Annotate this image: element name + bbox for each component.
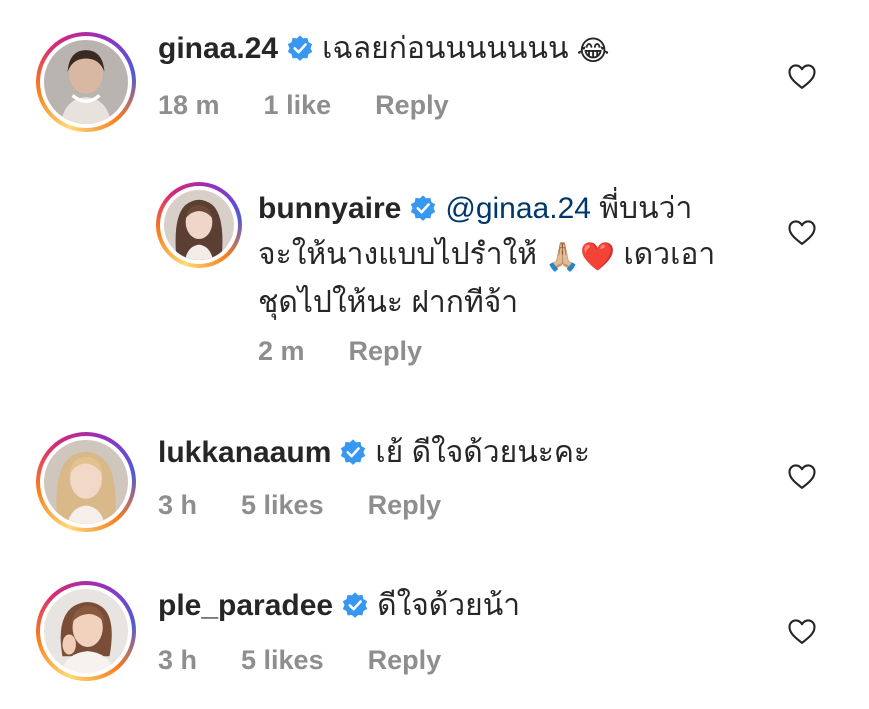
comment-meta: 18 m 1 like Reply <box>158 90 493 121</box>
comment-body-line2b: เดวเอา <box>623 238 716 271</box>
reply-button[interactable]: Reply <box>375 90 449 121</box>
avatar-photo <box>44 440 128 524</box>
comment-text: ginaa.24 เฉลยก่อนนนนนนน 😂 <box>158 26 610 74</box>
praying-hands-emoji: 🙏🏼 <box>545 241 581 272</box>
avatar-photo <box>44 40 128 124</box>
comment-time: 3 h <box>158 490 198 520</box>
comment-body: ดีใจด้วยน้า <box>377 589 521 622</box>
heart-outline-icon[interactable] <box>787 462 817 490</box>
avatar[interactable] <box>36 32 136 132</box>
comment-item: ple_paradee ดีใจด้วยน้า 3 h 5 likes Reply <box>0 565 869 709</box>
comment-body: เย้ ดีใจด้วยนะคะ <box>375 436 591 469</box>
username[interactable]: ginaa.24 <box>158 32 278 65</box>
heart-outline-icon[interactable] <box>787 218 817 246</box>
avatar[interactable] <box>36 432 136 532</box>
avatar[interactable] <box>36 581 136 681</box>
mention-link[interactable]: @ginaa.24 <box>445 192 591 225</box>
comment-time: 2 m <box>258 336 305 366</box>
heart-outline-icon[interactable] <box>787 62 817 90</box>
reply-comment-item: bunnyaire @ginaa.24 พี่บนว่า จะให้นางแบบไ… <box>0 170 869 390</box>
comment-item: lukkanaaum เย้ ดีใจด้วยนะคะ 3 h 5 likes Rep… <box>0 410 869 550</box>
avatar-photo <box>44 589 128 673</box>
comment-text: ple_paradee ดีใจด้วยน้า <box>158 583 520 629</box>
avatar[interactable] <box>156 182 242 268</box>
comment-text: bunnyaire @ginaa.24 พี่บนว่า จะให้นางแบบไ… <box>258 186 758 326</box>
comment-meta: 3 h 5 likes Reply <box>158 645 485 676</box>
comment-meta: 3 h 5 likes Reply <box>158 490 485 521</box>
username[interactable]: bunnyaire <box>258 192 401 225</box>
laughing-emoji: 😂 <box>576 35 610 66</box>
username[interactable]: lukkanaaum <box>158 436 331 469</box>
comments-thread: ginaa.24 เฉลยก่อนนนนนนน 😂 18 m 1 like Reply… <box>0 0 869 709</box>
like-count[interactable]: 5 likes <box>241 645 324 676</box>
heart-outline-icon[interactable] <box>787 617 817 645</box>
comment-item: ginaa.24 เฉลยก่อนนนนนนน 😂 18 m 1 like Reply <box>0 0 869 150</box>
reply-button[interactable]: Reply <box>349 336 423 367</box>
verified-badge-icon <box>287 35 313 61</box>
comment-body-line2: จะให้นางแบบไปรำให้ <box>258 238 538 271</box>
like-count[interactable]: 1 like <box>264 90 332 121</box>
comment-meta: 2 m Reply <box>258 336 466 367</box>
verified-badge-icon <box>341 439 366 465</box>
comment-time: 3 h <box>158 645 198 675</box>
verified-badge-icon <box>411 195 436 221</box>
comment-time: 18 m <box>158 90 220 120</box>
reply-button[interactable]: Reply <box>368 645 442 676</box>
red-heart-emoji: ❤️ <box>580 241 616 272</box>
verified-badge-icon <box>342 592 368 618</box>
comment-body: เฉลยก่อนนนนนนน <box>322 32 569 65</box>
username[interactable]: ple_paradee <box>158 589 333 622</box>
comment-body-line1: พี่บนว่า <box>599 192 693 225</box>
reply-button[interactable]: Reply <box>368 490 442 521</box>
avatar-photo <box>164 190 234 260</box>
comment-text: lukkanaaum เย้ ดีใจด้วยนะคะ <box>158 430 590 476</box>
like-count[interactable]: 5 likes <box>241 490 324 521</box>
comment-body-line3: ชุดไปให้นะ ฝากทีจ้า <box>258 286 519 319</box>
